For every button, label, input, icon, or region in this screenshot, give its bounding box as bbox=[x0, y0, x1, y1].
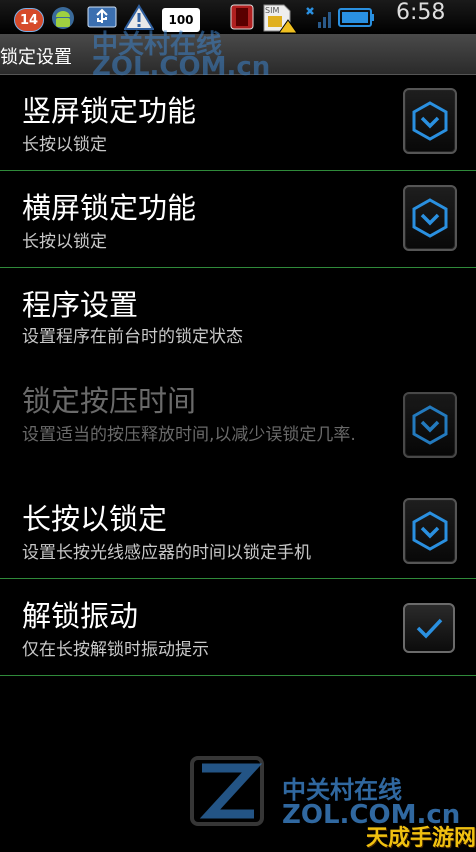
zol-logo-icon bbox=[190, 756, 264, 826]
sim-warning-icon[interactable]: SIM bbox=[262, 4, 298, 34]
list-item-subtitle: 设置程序在前台时的锁定状态 bbox=[22, 327, 243, 347]
list-item-subtitle: 长按以锁定 bbox=[22, 232, 107, 252]
watermark-top-en: ZOL.COM.cn bbox=[92, 52, 271, 82]
android-icon[interactable] bbox=[48, 4, 78, 30]
list-item-portrait-lock[interactable]: 竖屏锁定功能 长按以锁定 bbox=[0, 74, 476, 170]
dropdown-button[interactable] bbox=[403, 88, 457, 154]
chevron-down-icon bbox=[412, 405, 448, 445]
sim-label: SIM bbox=[265, 6, 280, 15]
page-title: 锁定设置 bbox=[0, 47, 72, 68]
chevron-down-icon bbox=[412, 198, 448, 238]
status-time: 6:58 bbox=[396, 0, 446, 25]
battery-icon[interactable] bbox=[338, 4, 376, 30]
notification-badge-icon[interactable]: 14 bbox=[14, 8, 44, 32]
notification-count: 14 bbox=[19, 12, 39, 28]
dropdown-button[interactable] bbox=[403, 498, 457, 564]
list-item-title: 解锁振动 bbox=[22, 599, 139, 633]
list-item-title: 竖屏锁定功能 bbox=[22, 94, 197, 128]
status-bar: 14 100 SIM 6:58 bbox=[0, 0, 476, 34]
list-item-title: 长按以锁定 bbox=[22, 502, 168, 536]
signal-icon[interactable] bbox=[304, 4, 332, 30]
list-item-title: 程序设置 bbox=[22, 288, 139, 322]
chevron-down-icon bbox=[412, 101, 448, 141]
list-item-long-press-lock[interactable]: 长按以锁定 设置长按光线感应器的时间以锁定手机 bbox=[0, 480, 476, 578]
list-item-title: 横屏锁定功能 bbox=[22, 191, 197, 225]
chevron-down-icon bbox=[412, 511, 448, 551]
list-item-unlock-vibration[interactable]: 解锁振动 仅在长按解锁时振动提示 bbox=[0, 579, 476, 675]
list-item-subtitle: 仅在长按解锁时振动提示 bbox=[22, 640, 209, 660]
checkmark-icon bbox=[416, 618, 443, 639]
dropdown-button bbox=[403, 392, 457, 458]
list-item-app-settings[interactable]: 程序设置 设置程序在前台时的锁定状态 bbox=[0, 268, 476, 364]
divider bbox=[0, 675, 476, 676]
list-item-press-time: 锁定按压时间 设置适当的按压释放时间,以减少误锁定几率. bbox=[0, 364, 476, 480]
vibration-checkbox[interactable] bbox=[403, 603, 455, 653]
dropdown-button[interactable] bbox=[403, 185, 457, 251]
list-item-landscape-lock[interactable]: 横屏锁定功能 长按以锁定 bbox=[0, 171, 476, 267]
list-item-subtitle: 设置长按光线感应器的时间以锁定手机 bbox=[22, 543, 311, 563]
corner-watermark: 天成手游网 bbox=[366, 826, 476, 851]
list-item-title: 锁定按压时间 bbox=[22, 384, 197, 418]
list-item-subtitle: 长按以锁定 bbox=[22, 135, 107, 155]
list-item-subtitle: 设置适当的按压释放时间,以减少误锁定几率. bbox=[22, 425, 356, 445]
sd-card-icon[interactable] bbox=[228, 4, 256, 30]
